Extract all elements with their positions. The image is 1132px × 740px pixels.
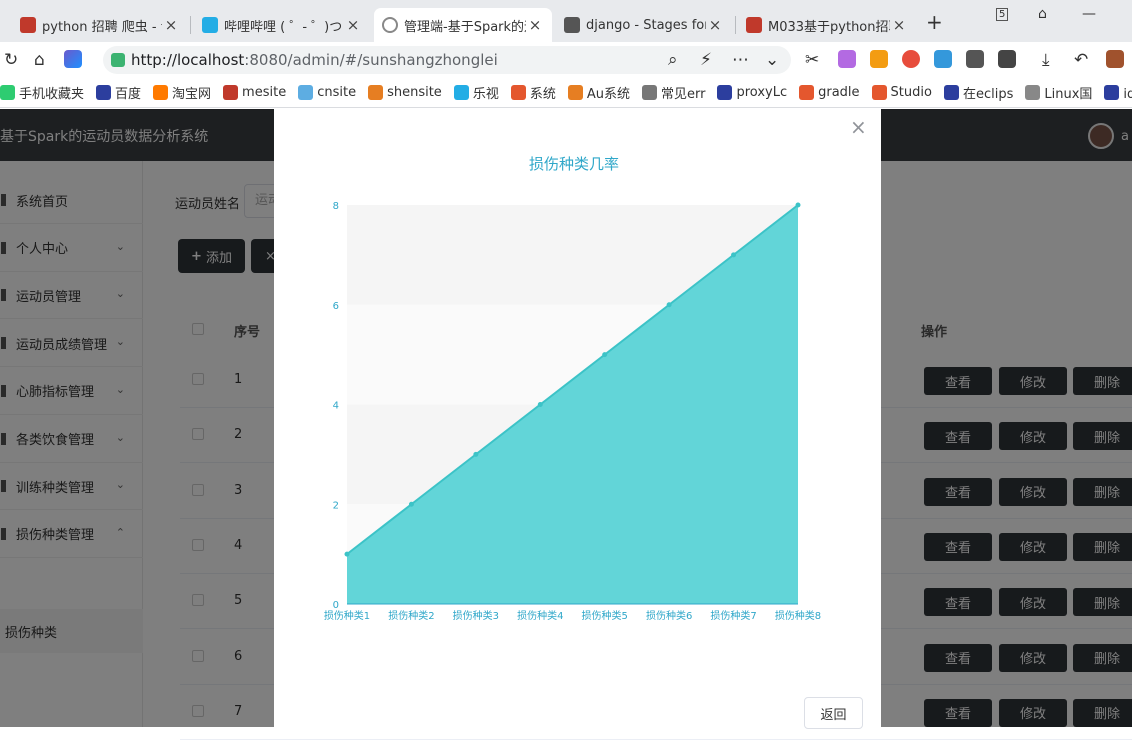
bookmark-icon: [453, 85, 469, 100]
undo-icon[interactable]: ↶: [1074, 50, 1088, 70]
browser-tab-5[interactable]: M033基于python招聘 ×: [738, 8, 916, 42]
injury-rate-chart: 损伤种类几率 0 2 4 6 8 损伤种类1 损伤种类2 损伤种类3 损伤种类4 损伤种类5 损伤…: [324, 155, 821, 622]
tab-count-icon[interactable]: 5: [996, 8, 1009, 21]
close-tab-icon[interactable]: ×: [162, 16, 180, 34]
lightning-icon[interactable]: ⚡: [700, 50, 712, 70]
close-tab-icon[interactable]: ×: [706, 16, 724, 34]
bookmark-icon: [943, 85, 959, 100]
address-bar: ↻ ⌂ http://localhost:8080/admin/#/sunsha…: [0, 42, 1132, 78]
zoom-icon[interactable]: ⌕: [668, 50, 678, 70]
bookmark-item[interactable]: shensite: [368, 85, 442, 100]
data-point: [731, 252, 737, 258]
x-tick-label: 损伤种类6: [646, 609, 692, 622]
x-tick-label: 损伤种类8: [775, 609, 821, 622]
bookmark-item[interactable]: 乐视: [453, 83, 499, 102]
tab-favicon-icon: [746, 17, 762, 33]
x-tick-label: 损伤种类1: [324, 609, 370, 622]
weibo-icon[interactable]: [902, 50, 920, 68]
x-tick-label: 损伤种类2: [388, 609, 434, 622]
close-tab-icon[interactable]: ×: [526, 16, 544, 34]
chart-dialog: × 损伤种类几率 02468 损伤种类1 损伤种类2 损伤种类3 损伤种类4 损伤种类5…: [274, 109, 881, 729]
bookmark-icon: [368, 85, 384, 100]
bookmark-item[interactable]: Au系统: [567, 83, 630, 102]
chevron-down-icon[interactable]: ⌄: [765, 50, 779, 70]
data-point: [602, 352, 608, 358]
game-icon[interactable]: [870, 50, 888, 68]
x-tick-label: 损伤种类4: [517, 609, 563, 622]
bookmark-item[interactable]: gradle: [799, 85, 860, 100]
bookmark-item[interactable]: Studio: [871, 85, 932, 100]
mail-icon[interactable]: [934, 50, 952, 68]
extension-box-icon[interactable]: [966, 50, 984, 68]
bookmark-icon: [799, 85, 815, 100]
briefcase-icon[interactable]: [1106, 50, 1124, 68]
x-tick-label: 损伤种类3: [453, 609, 499, 622]
y-tick-label: 6: [333, 301, 339, 312]
data-point: [537, 402, 543, 407]
data-point: [408, 501, 414, 507]
y-tick-label: 0: [333, 600, 339, 611]
scissors-icon[interactable]: ✂: [805, 50, 819, 70]
bookmark-icon: [717, 85, 733, 100]
browser-tab-2[interactable]: 哔哩哔哩 ( ゜- ゜)つロ ×: [194, 8, 370, 42]
data-point: [666, 302, 672, 308]
bookmark-icon: [510, 85, 526, 100]
bookmark-item[interactable]: idea全: [1104, 83, 1132, 102]
bookmark-item[interactable]: 百度: [96, 83, 141, 102]
y-tick-label: 2: [333, 500, 339, 511]
url-field[interactable]: http://localhost:8080/admin/#/sunshangzh…: [103, 46, 791, 74]
bookmark-icon: [153, 85, 169, 100]
bookmark-item[interactable]: cnsite: [298, 85, 356, 100]
bookmark-item[interactable]: Linux国: [1025, 83, 1092, 102]
globe-icon: [382, 17, 398, 33]
bookmark-item[interactable]: mesite: [223, 85, 286, 100]
bookmark-item[interactable]: 在eclips: [943, 83, 1013, 102]
bookmark-item[interactable]: 常见err: [641, 83, 705, 102]
bookmark-icon: [1104, 85, 1120, 100]
browser-tab-3-active[interactable]: 管理端-基于Spark的运 ×: [374, 8, 552, 42]
close-tab-icon[interactable]: ×: [890, 16, 908, 34]
y-tick-label: 4: [333, 401, 339, 412]
home-icon[interactable]: ⌂: [34, 50, 45, 70]
data-point: [344, 551, 350, 557]
secure-icon: [111, 53, 125, 67]
shirt-icon[interactable]: ⌂: [1038, 6, 1047, 22]
bookmark-item[interactable]: proxyLc: [717, 85, 787, 100]
bookmark-icon: [298, 85, 314, 100]
close-tab-icon[interactable]: ×: [344, 16, 362, 34]
bookmark-icon: [871, 85, 887, 100]
browser-tab-strip: python 招聘 爬虫 - 计 × 哔哩哔哩 ( ゜- ゜)つロ × 管理端-…: [0, 0, 1132, 42]
minimize-icon[interactable]: —: [1082, 6, 1096, 22]
data-point: [795, 202, 801, 208]
tab-favicon-icon: [20, 17, 36, 33]
x-tick-label: 损伤种类5: [582, 609, 628, 622]
x-tick-label: 损伤种类7: [710, 609, 756, 622]
translate-icon[interactable]: [838, 50, 856, 68]
bookmark-item[interactable]: 手机收藏夹: [0, 83, 84, 102]
bookmark-icon: [223, 85, 239, 100]
bookmark-item[interactable]: 系统: [510, 83, 556, 102]
bookmark-icon: [0, 85, 15, 100]
bookmark-item[interactable]: 淘宝网: [153, 83, 211, 102]
download-icon[interactable]: ⤓: [1042, 50, 1050, 70]
bookmark-icon: [96, 85, 112, 100]
puzzle-icon[interactable]: [998, 50, 1016, 68]
reload-icon[interactable]: ↻: [4, 50, 18, 70]
bookmark-icon: [641, 85, 657, 100]
browser-tab-1[interactable]: python 招聘 爬虫 - 计 ×: [12, 8, 188, 42]
tab-favicon-icon: [564, 17, 580, 33]
more-icon[interactable]: ⋯: [732, 50, 749, 70]
new-tab-icon[interactable]: +: [926, 10, 943, 34]
browser-tab-4[interactable]: django - Stages for ×: [556, 8, 732, 42]
bookmarks-bar: 手机收藏夹 百度 淘宝网 mesite cnsite shensite 乐视 系统 Au系统 常见…: [0, 78, 1132, 108]
chart-title: 损伤种类几率: [529, 155, 619, 173]
tab-favicon-icon: [202, 17, 218, 33]
data-point: [473, 451, 479, 457]
bookmark-icon: [1025, 85, 1041, 100]
y-tick-label: 8: [333, 201, 339, 212]
back-button[interactable]: 返回: [804, 697, 863, 729]
bookmark-icon: [567, 85, 583, 100]
ai-icon[interactable]: [64, 50, 82, 68]
